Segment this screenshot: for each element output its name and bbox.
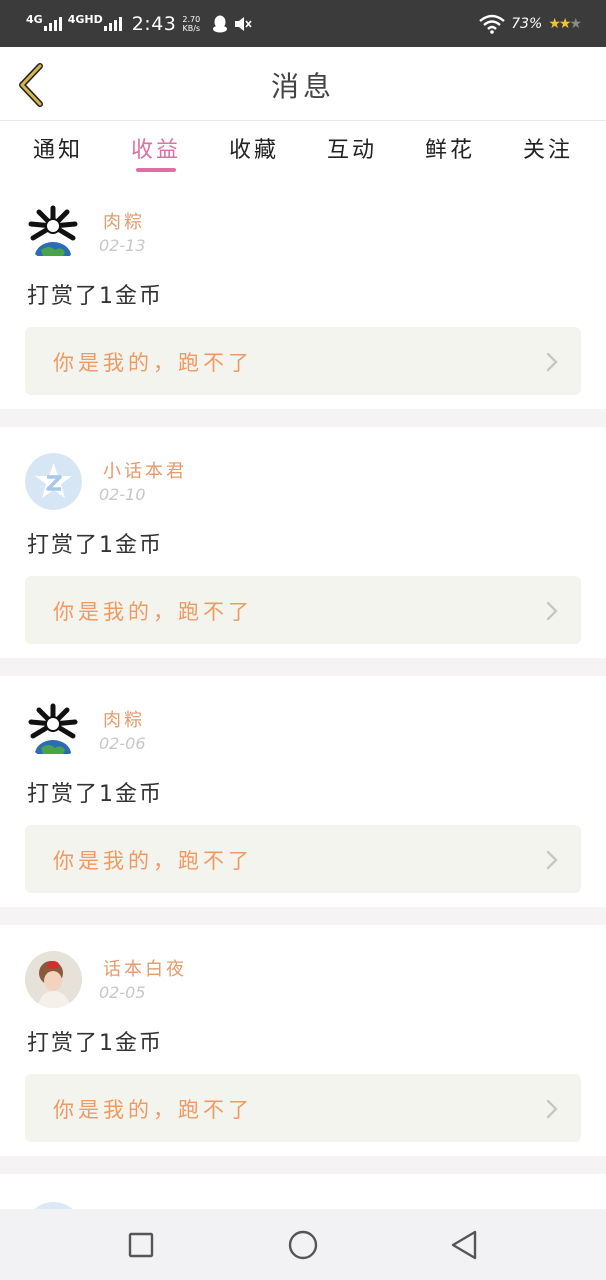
tab-flowers[interactable]: 鲜花: [410, 122, 490, 178]
reward-text: 打赏了1金币: [27, 782, 163, 807]
avatar[interactable]: [25, 951, 82, 1008]
message-card: 话本白夜 02-05 打赏了1金币 你是我的，跑不了: [0, 925, 606, 1174]
chevron-right-icon: [546, 1099, 558, 1119]
clock: 2:43: [131, 12, 177, 35]
triangle-back-icon[interactable]: [449, 1229, 481, 1261]
header: 消息: [0, 47, 606, 121]
quoted-work-title: 你是我的，跑不了: [53, 351, 253, 375]
sender-name[interactable]: 小话本君: [103, 457, 187, 483]
quoted-work[interactable]: 你是我的，跑不了: [25, 576, 581, 644]
message-date: 02-05: [99, 983, 146, 1002]
tab-interactions[interactable]: 互动: [312, 122, 392, 178]
quoted-work-title: 你是我的，跑不了: [53, 600, 253, 624]
default-z-avatar-icon: [25, 453, 82, 510]
net-speed-unit: KB/s: [182, 23, 201, 33]
system-nav-bar: [0, 1209, 606, 1280]
sender-name[interactable]: 肉粽: [103, 208, 145, 234]
tab-earnings[interactable]: 收益: [116, 122, 196, 178]
net-speed-value: 2.70: [182, 14, 201, 24]
avatar[interactable]: [25, 453, 82, 510]
status-bar: 4G 4GHD 2:43 2.70 KB/s 73% ★★★: [0, 0, 606, 47]
square-icon[interactable]: [125, 1229, 157, 1261]
signal-1: 4G: [26, 12, 62, 31]
message-list: 肉粽 02-13 打赏了1金币 你是我的，跑不了 小话本君 02-10 打赏了1…: [0, 178, 606, 1174]
battery-percent: 73%: [511, 15, 543, 32]
message-date: 02-06: [99, 734, 146, 753]
chevron-right-icon: [546, 850, 558, 870]
reward-text: 打赏了1金币: [27, 284, 163, 309]
status-right: 73% ★★★: [479, 14, 582, 34]
battery-stars-icon: ★★★: [548, 15, 582, 32]
sender-name[interactable]: 话本白夜: [103, 955, 187, 981]
message-card: 小话本君 02-10 打赏了1金币 你是我的，跑不了: [0, 427, 606, 676]
tab-favorites[interactable]: 收藏: [214, 122, 294, 178]
girl-photo-avatar-icon: [25, 951, 82, 1008]
page-title: 消息: [270, 70, 335, 103]
message-date: 02-10: [99, 485, 146, 504]
qq-penguin-icon: [213, 15, 228, 32]
avatar[interactable]: [25, 204, 82, 261]
message-date: 02-13: [99, 236, 146, 255]
tab-following[interactable]: 关注: [508, 122, 588, 178]
signal-bars-icon: [103, 16, 122, 31]
quoted-work[interactable]: 你是我的，跑不了: [25, 1074, 581, 1142]
chevron-right-icon: [546, 352, 558, 372]
signal-bars-icon: [43, 16, 62, 31]
sender-name[interactable]: 肉粽: [103, 706, 145, 732]
quoted-work[interactable]: 你是我的，跑不了: [25, 327, 581, 395]
quoted-work-title: 你是我的，跑不了: [53, 1098, 253, 1122]
globe-flower-avatar-icon: [25, 204, 82, 261]
quoted-work[interactable]: 你是我的，跑不了: [25, 825, 581, 893]
signal-2-label: 4GHD: [67, 12, 103, 26]
globe-flower-avatar-icon: [25, 702, 82, 759]
quoted-work-title: 你是我的，跑不了: [53, 849, 253, 873]
message-card: 肉粽 02-13 打赏了1金币 你是我的，跑不了: [0, 178, 606, 427]
mute-icon: [235, 16, 252, 31]
net-speed: 2.70 KB/s: [182, 15, 200, 33]
signal-1-label: 4G: [26, 12, 43, 26]
wifi-icon: [479, 14, 505, 34]
tab-bar: 通知 收益 收藏 互动 鲜花 关注: [0, 122, 606, 178]
reward-text: 打赏了1金币: [27, 533, 163, 558]
tab-notifications[interactable]: 通知: [18, 122, 98, 178]
circle-icon[interactable]: [287, 1229, 319, 1261]
chevron-right-icon: [546, 601, 558, 621]
message-card: 肉粽 02-06 打赏了1金币 你是我的，跑不了: [0, 676, 606, 925]
reward-text: 打赏了1金币: [27, 1031, 163, 1056]
avatar[interactable]: [25, 702, 82, 759]
signal-2: 4GHD: [67, 12, 122, 31]
